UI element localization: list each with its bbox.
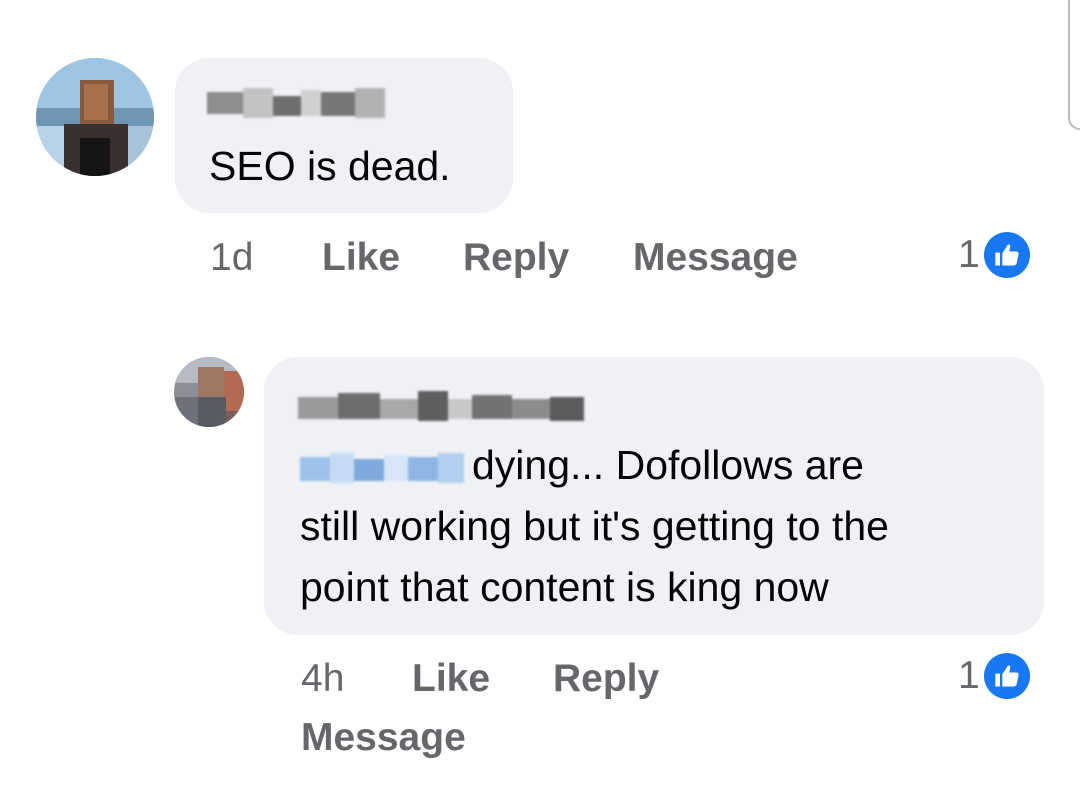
reaction-summary[interactable]: 1 <box>958 232 1030 278</box>
like-button[interactable]: Like <box>412 657 490 701</box>
like-button[interactable]: Like <box>322 236 400 280</box>
message-button[interactable]: Message <box>633 236 798 280</box>
reaction-count: 1 <box>958 654 980 697</box>
reply-button[interactable]: Reply <box>553 657 659 701</box>
mentioned-user-blurred[interactable] <box>300 453 464 483</box>
comment-text-line-1: dying... Dofollows are <box>472 442 864 488</box>
comment-text-line-2: still working but it's getting to the <box>300 503 889 549</box>
avatar[interactable] <box>174 357 244 427</box>
avatar[interactable] <box>36 58 154 176</box>
comment-bubble[interactable]: dying... Dofollows are still working but… <box>264 357 1044 635</box>
message-button[interactable]: Message <box>301 716 466 760</box>
scrollbar-edge[interactable] <box>1068 0 1080 130</box>
comment-timestamp[interactable]: 1d <box>210 236 253 280</box>
reaction-summary[interactable]: 1 <box>958 653 1030 699</box>
thumbs-up-icon <box>983 232 1030 278</box>
comment-text: SEO is dead. <box>209 143 451 189</box>
comment-author-blurred[interactable] <box>298 391 584 421</box>
thumbs-up-icon <box>983 653 1030 699</box>
reaction-count: 1 <box>958 233 980 276</box>
comment-text: dying... Dofollows are still working but… <box>300 435 889 618</box>
comment-timestamp[interactable]: 4h <box>301 657 344 701</box>
reply-button[interactable]: Reply <box>463 236 569 280</box>
comment-bubble[interactable]: SEO is dead. <box>175 58 513 213</box>
comment-text-line-3: point that content is king now <box>300 564 829 610</box>
comment-author-blurred[interactable] <box>207 88 385 118</box>
